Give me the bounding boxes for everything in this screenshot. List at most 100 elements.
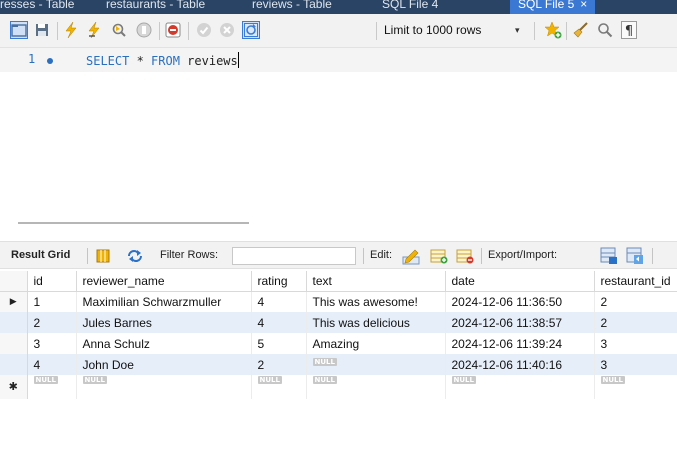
- tab-label: SQL File 5: [518, 0, 575, 11]
- save-button[interactable]: [33, 21, 51, 39]
- new-cell-reviewer-name[interactable]: NULL: [76, 375, 252, 399]
- limit-rows-select[interactable]: Limit to 1000 rows: [384, 23, 481, 37]
- cell-id[interactable]: 2: [27, 312, 77, 333]
- new-cell-rating[interactable]: NULL: [251, 375, 307, 399]
- save-icon: [36, 24, 48, 36]
- refresh-icon: [128, 250, 142, 262]
- close-tab-icon[interactable]: ×: [580, 0, 587, 11]
- result-grid[interactable]: id reviewer_name rating text date restau…: [0, 271, 677, 399]
- svg-text:¶: ¶: [625, 24, 633, 39]
- cell-restaurant-id[interactable]: 2: [594, 312, 677, 333]
- cell-text[interactable]: This was awesome!: [306, 291, 446, 312]
- cell-date[interactable]: 2024-12-06 11:36:50: [445, 291, 595, 312]
- new-cell-date[interactable]: NULL: [445, 375, 595, 399]
- cell-id[interactable]: 4: [27, 354, 77, 375]
- column-header-rating[interactable]: rating: [251, 271, 307, 292]
- execute-current-button[interactable]: [86, 21, 104, 39]
- null-badge: NULL: [600, 376, 625, 384]
- column-header-text[interactable]: text: [306, 271, 446, 292]
- new-cell-id[interactable]: NULL: [27, 375, 77, 399]
- filter-rows-label: Filter Rows:: [160, 249, 219, 261]
- null-badge: NULL: [33, 376, 58, 384]
- panel-splitter[interactable]: [18, 222, 249, 224]
- toggle-error-button[interactable]: [164, 21, 182, 39]
- cell-rating[interactable]: 2: [251, 354, 307, 375]
- execute-button[interactable]: [62, 21, 80, 39]
- tab-addresses[interactable]: resses - Table: [0, 0, 74, 14]
- cell-text[interactable]: Amazing: [306, 333, 446, 354]
- column-header-id[interactable]: id: [27, 271, 77, 292]
- export-icon: [600, 247, 617, 264]
- column-header-restaurant-id[interactable]: restaurant_id: [594, 271, 677, 292]
- commit-button[interactable]: [195, 21, 213, 39]
- result-grid-tab[interactable]: Result Grid: [11, 249, 70, 261]
- find-button[interactable]: [596, 21, 614, 39]
- folder-icon: [11, 24, 27, 37]
- filter-rows-input[interactable]: [232, 247, 356, 265]
- pilcrow-icon: ¶: [621, 21, 637, 39]
- sql-editor-toolbar: Limit to 1000 rows ▾ ¶: [0, 14, 677, 48]
- autocommit-toggle[interactable]: [242, 21, 260, 39]
- row-indicator: [0, 354, 28, 375]
- cell-reviewer-name[interactable]: Anna Schulz: [76, 333, 252, 354]
- table-row[interactable]: 3 Anna Schulz 5 Amazing 2024-12-06 11:39…: [0, 333, 677, 354]
- grid-layout-button[interactable]: [94, 247, 112, 265]
- table-row[interactable]: 4 John Doe 2 NULL 2024-12-06 11:40:16 3: [0, 354, 677, 375]
- header-row: id reviewer_name rating text date restau…: [0, 271, 677, 292]
- beautify-button[interactable]: [572, 21, 590, 39]
- null-badge: NULL: [312, 376, 337, 384]
- autocommit-icon: [244, 23, 258, 37]
- lightning-cursor-icon: [88, 22, 100, 38]
- cell-date[interactable]: 2024-12-06 11:38:57: [445, 312, 595, 333]
- cell-rating[interactable]: 4: [251, 291, 307, 312]
- table-row[interactable]: ▶ 1 Maximilian Schwarzmuller 4 This was …: [0, 291, 677, 312]
- query-editor[interactable]: 1 SELECT * FROM reviews: [0, 48, 677, 72]
- lightning-icon: [65, 22, 77, 38]
- tab-reviews[interactable]: reviews - Table: [252, 0, 332, 14]
- new-row-icon: ✱: [0, 375, 28, 399]
- table-row[interactable]: 2 Jules Barnes 4 This was delicious 2024…: [0, 312, 677, 333]
- cell-text[interactable]: This was delicious: [306, 312, 446, 333]
- add-snippet-button[interactable]: [544, 21, 562, 39]
- line-number: 1: [28, 52, 36, 66]
- keyword-select: SELECT: [86, 54, 130, 68]
- delete-row-icon: [456, 249, 474, 264]
- cell-text[interactable]: NULL: [306, 354, 446, 375]
- delete-row-button[interactable]: [456, 247, 474, 265]
- null-badge: NULL: [257, 376, 282, 384]
- cell-rating[interactable]: 5: [251, 333, 307, 354]
- explain-button[interactable]: [110, 21, 128, 39]
- cell-restaurant-id[interactable]: 3: [594, 333, 677, 354]
- cell-reviewer-name[interactable]: Maximilian Schwarzmuller: [76, 291, 252, 312]
- refresh-button[interactable]: [126, 247, 144, 265]
- new-row[interactable]: ✱ NULL NULL NULL NULL NULL NULL: [0, 375, 677, 399]
- invisible-chars-button[interactable]: ¶: [620, 21, 638, 39]
- search-icon: [598, 23, 613, 38]
- column-header-date[interactable]: date: [445, 271, 595, 292]
- cell-restaurant-id[interactable]: 3: [594, 354, 677, 375]
- insert-row-button[interactable]: [430, 247, 448, 265]
- query-text[interactable]: SELECT * FROM reviews: [86, 52, 239, 68]
- cell-restaurant-id[interactable]: 2: [594, 291, 677, 312]
- cell-rating[interactable]: 4: [251, 312, 307, 333]
- tab-sql-file-5[interactable]: SQL File 5 ×: [510, 0, 596, 14]
- cell-date[interactable]: 2024-12-06 11:39:24: [445, 333, 595, 354]
- new-cell-text[interactable]: NULL: [306, 375, 446, 399]
- import-button[interactable]: [626, 247, 644, 265]
- export-button[interactable]: [600, 247, 618, 265]
- stop-button[interactable]: [135, 21, 153, 39]
- tab-sql-file-4[interactable]: SQL File 4: [382, 0, 438, 14]
- tab-restaurants[interactable]: restaurants - Table: [106, 0, 205, 14]
- cell-date[interactable]: 2024-12-06 11:40:16: [445, 354, 595, 375]
- column-header-reviewer-name[interactable]: reviewer_name: [76, 271, 252, 292]
- editor-tab-strip: resses - Table restaurants - Table revie…: [0, 0, 677, 14]
- edit-cell-button[interactable]: [402, 247, 420, 265]
- open-file-button[interactable]: [10, 21, 28, 39]
- cell-reviewer-name[interactable]: Jules Barnes: [76, 312, 252, 333]
- cell-reviewer-name[interactable]: John Doe: [76, 354, 252, 375]
- rollback-button[interactable]: [218, 21, 236, 39]
- cell-id[interactable]: 3: [27, 333, 77, 354]
- new-cell-restaurant-id[interactable]: NULL: [594, 375, 677, 399]
- cell-id[interactable]: 1: [27, 291, 77, 312]
- chevron-down-icon[interactable]: ▾: [515, 25, 520, 36]
